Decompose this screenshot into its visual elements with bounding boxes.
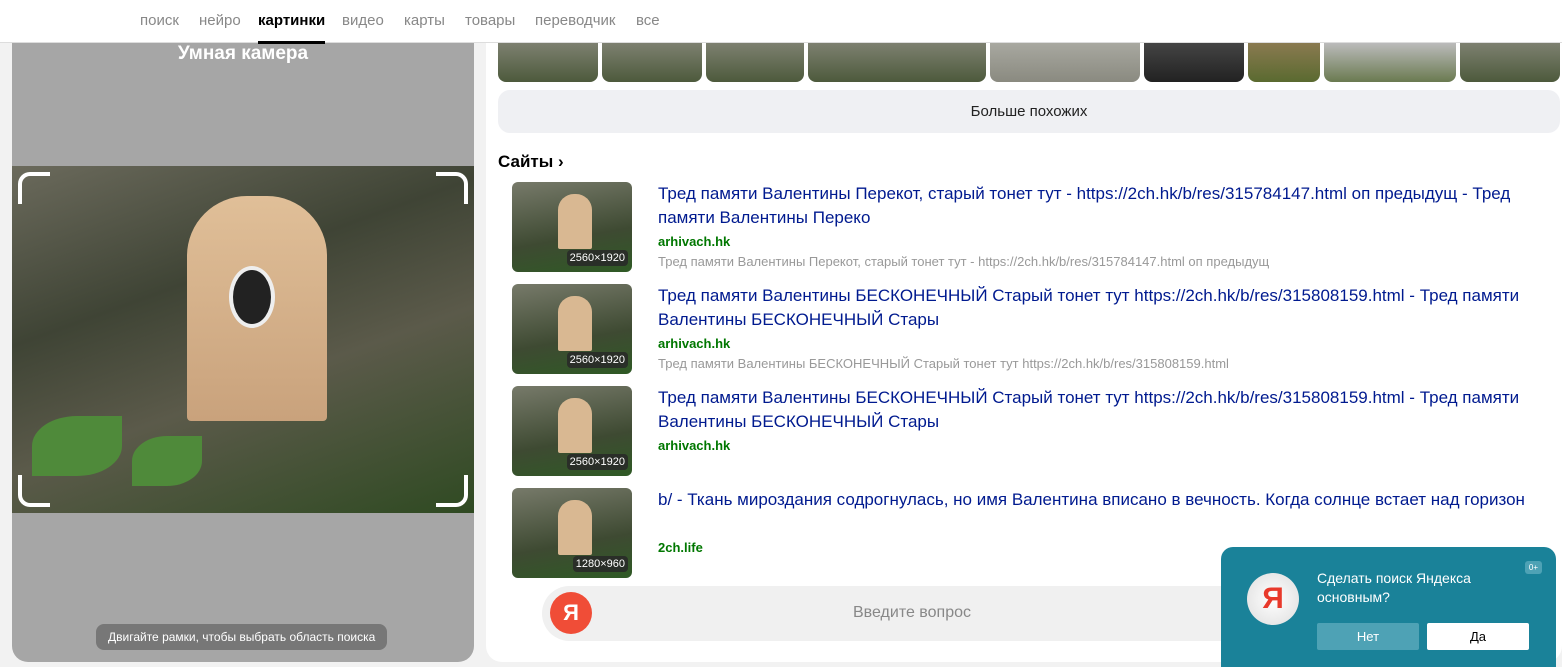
similar-thumb[interactable] xyxy=(498,43,598,82)
similar-thumb[interactable] xyxy=(990,43,1140,82)
image-size-badge: 2560×1920 xyxy=(566,352,628,368)
similar-thumb[interactable] xyxy=(602,43,702,82)
image-size-badge: 1280×960 xyxy=(572,556,628,572)
default-search-popup: Я Сделать поиск Яндекса основным? 0+ Нет… xyxy=(1221,547,1556,667)
result-title-link[interactable]: Тред памяти Валентины БЕСКОНЕЧНЫЙ Старый… xyxy=(658,284,1538,332)
query-image[interactable] xyxy=(12,166,474,513)
thumb-stone xyxy=(558,194,592,249)
result-thumbnail[interactable]: 2560×1920 xyxy=(512,386,632,476)
similar-thumb[interactable] xyxy=(1144,43,1244,82)
sites-heading[interactable]: Сайты › xyxy=(498,152,564,172)
result-title-link[interactable]: b/ - Ткань мироздания содрогнулась, но и… xyxy=(658,488,1538,512)
result-host[interactable]: arhivach.hk xyxy=(658,336,730,351)
result-description: Тред памяти Валентины БЕСКОНЕЧНЫЙ Старый… xyxy=(658,356,1229,371)
nav-images[interactable]: картинки xyxy=(258,12,326,44)
similar-thumb[interactable] xyxy=(1248,43,1320,82)
no-button[interactable]: Нет xyxy=(1317,623,1419,650)
nav-search[interactable]: поиск xyxy=(140,12,179,29)
sites-heading-label: Сайты xyxy=(498,152,554,171)
smart-camera-title: Умная камера xyxy=(177,43,309,64)
leaf xyxy=(132,436,202,486)
result-thumbnail[interactable]: 1280×960 xyxy=(512,488,632,578)
thumb-stone xyxy=(558,296,592,351)
nav-goods[interactable]: товары xyxy=(465,12,515,29)
popup-question: Сделать поиск Яндекса основным? xyxy=(1317,570,1471,605)
site-result: 2560×1920 Тред памяти Валентины БЕСКОНЕЧ… xyxy=(498,284,1560,380)
crop-handle-bottom-left[interactable] xyxy=(18,475,50,507)
crop-handle-bottom-right[interactable] xyxy=(436,475,468,507)
site-result: 2560×1920 Тред памяти Валентины Перекот,… xyxy=(498,182,1560,278)
image-size-badge: 2560×1920 xyxy=(566,250,628,266)
nav-maps[interactable]: карты xyxy=(404,12,445,29)
similar-thumb[interactable] xyxy=(1460,43,1560,82)
yandex-logo-icon: Я xyxy=(1247,573,1299,625)
crop-hint: Двигайте рамки, чтобы выбрать область по… xyxy=(96,624,388,650)
chevron-right-icon: › xyxy=(557,152,564,171)
gravestone xyxy=(187,196,327,421)
age-rating-badge: 0+ xyxy=(1524,561,1542,574)
yes-button[interactable]: Да xyxy=(1427,623,1529,650)
result-host[interactable]: 2ch.life xyxy=(658,540,703,555)
ask-input[interactable]: Я Введите вопрос xyxy=(542,586,1282,641)
thumb-stone xyxy=(558,500,592,555)
result-thumbnail[interactable]: 2560×1920 xyxy=(512,182,632,272)
nav-video[interactable]: видео xyxy=(342,12,384,29)
result-host[interactable]: arhivach.hk xyxy=(658,438,730,453)
result-host[interactable]: arhivach.hk xyxy=(658,234,730,249)
crop-handle-top-left[interactable] xyxy=(18,172,50,204)
thumb-stone xyxy=(558,398,592,453)
result-thumbnail[interactable]: 2560×1920 xyxy=(512,284,632,374)
similar-thumb[interactable] xyxy=(1324,43,1456,82)
image-size-badge: 2560×1920 xyxy=(566,454,628,470)
more-similar-button[interactable]: Больше похожих xyxy=(498,90,1560,133)
nav-all[interactable]: все xyxy=(636,12,660,29)
similar-thumb[interactable] xyxy=(808,43,986,82)
ask-input-placeholder: Введите вопрос xyxy=(853,604,971,621)
top-nav: поиск нейро картинки видео карты товары … xyxy=(0,0,1562,44)
result-title-link[interactable]: Тред памяти Валентины БЕСКОНЕЧНЫЙ Старый… xyxy=(658,386,1538,434)
crop-handle-top-right[interactable] xyxy=(436,172,468,204)
smart-camera-panel: Умная камера Двигайте рамки, чтобы выбра… xyxy=(12,43,474,662)
similar-thumb[interactable] xyxy=(706,43,804,82)
result-title-link[interactable]: Тред памяти Валентины Перекот, старый то… xyxy=(658,182,1538,230)
nav-neuro[interactable]: нейро xyxy=(199,12,241,29)
nav-translator[interactable]: переводчик xyxy=(535,12,615,29)
portrait xyxy=(229,266,275,328)
site-result: 2560×1920 Тред памяти Валентины БЕСКОНЕЧ… xyxy=(498,386,1560,482)
leaf xyxy=(32,416,122,476)
result-description: Тред памяти Валентины Перекот, старый то… xyxy=(658,254,1270,269)
